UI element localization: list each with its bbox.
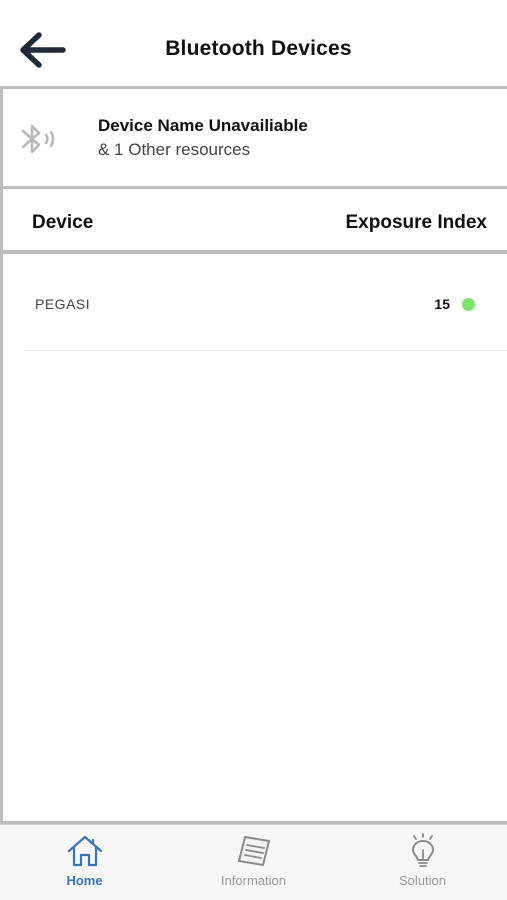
device-summary-subtitle: & 1 Other resources <box>98 140 251 159</box>
tab-bar: Home Information Solution <box>0 824 507 900</box>
tab-information[interactable]: Information <box>169 825 338 900</box>
tab-home-label: Home <box>66 873 103 888</box>
row-device-name: PEGASI <box>35 296 91 312</box>
home-icon <box>65 831 105 871</box>
lightbulb-icon <box>403 831 443 871</box>
tab-information-label: Information <box>220 873 287 888</box>
status-dot <box>462 298 475 311</box>
tab-solution[interactable]: Solution <box>338 825 507 900</box>
tab-solution-label: Solution <box>399 873 446 888</box>
table-header: Device Exposure Index <box>3 189 507 250</box>
page-title: Bluetooth Devices <box>165 37 352 60</box>
device-summary[interactable]: Device Name Unavailiable & 1 Other resou… <box>3 89 507 187</box>
column-header-exposure-index: Exposure Index <box>345 212 488 233</box>
tab-home[interactable]: Home <box>0 825 169 900</box>
table-row[interactable]: PEGASI 15 <box>25 254 507 351</box>
column-header-device: Device <box>32 212 94 233</box>
row-exposure-value: 15 <box>434 296 450 312</box>
device-summary-name: Device Name Unavailiable <box>98 116 308 135</box>
content-frame: Device Name Unavailiable & 1 Other resou… <box>0 86 507 824</box>
document-icon <box>234 831 274 871</box>
header: Bluetooth Devices <box>0 0 507 86</box>
bluetooth-icon <box>21 124 55 154</box>
